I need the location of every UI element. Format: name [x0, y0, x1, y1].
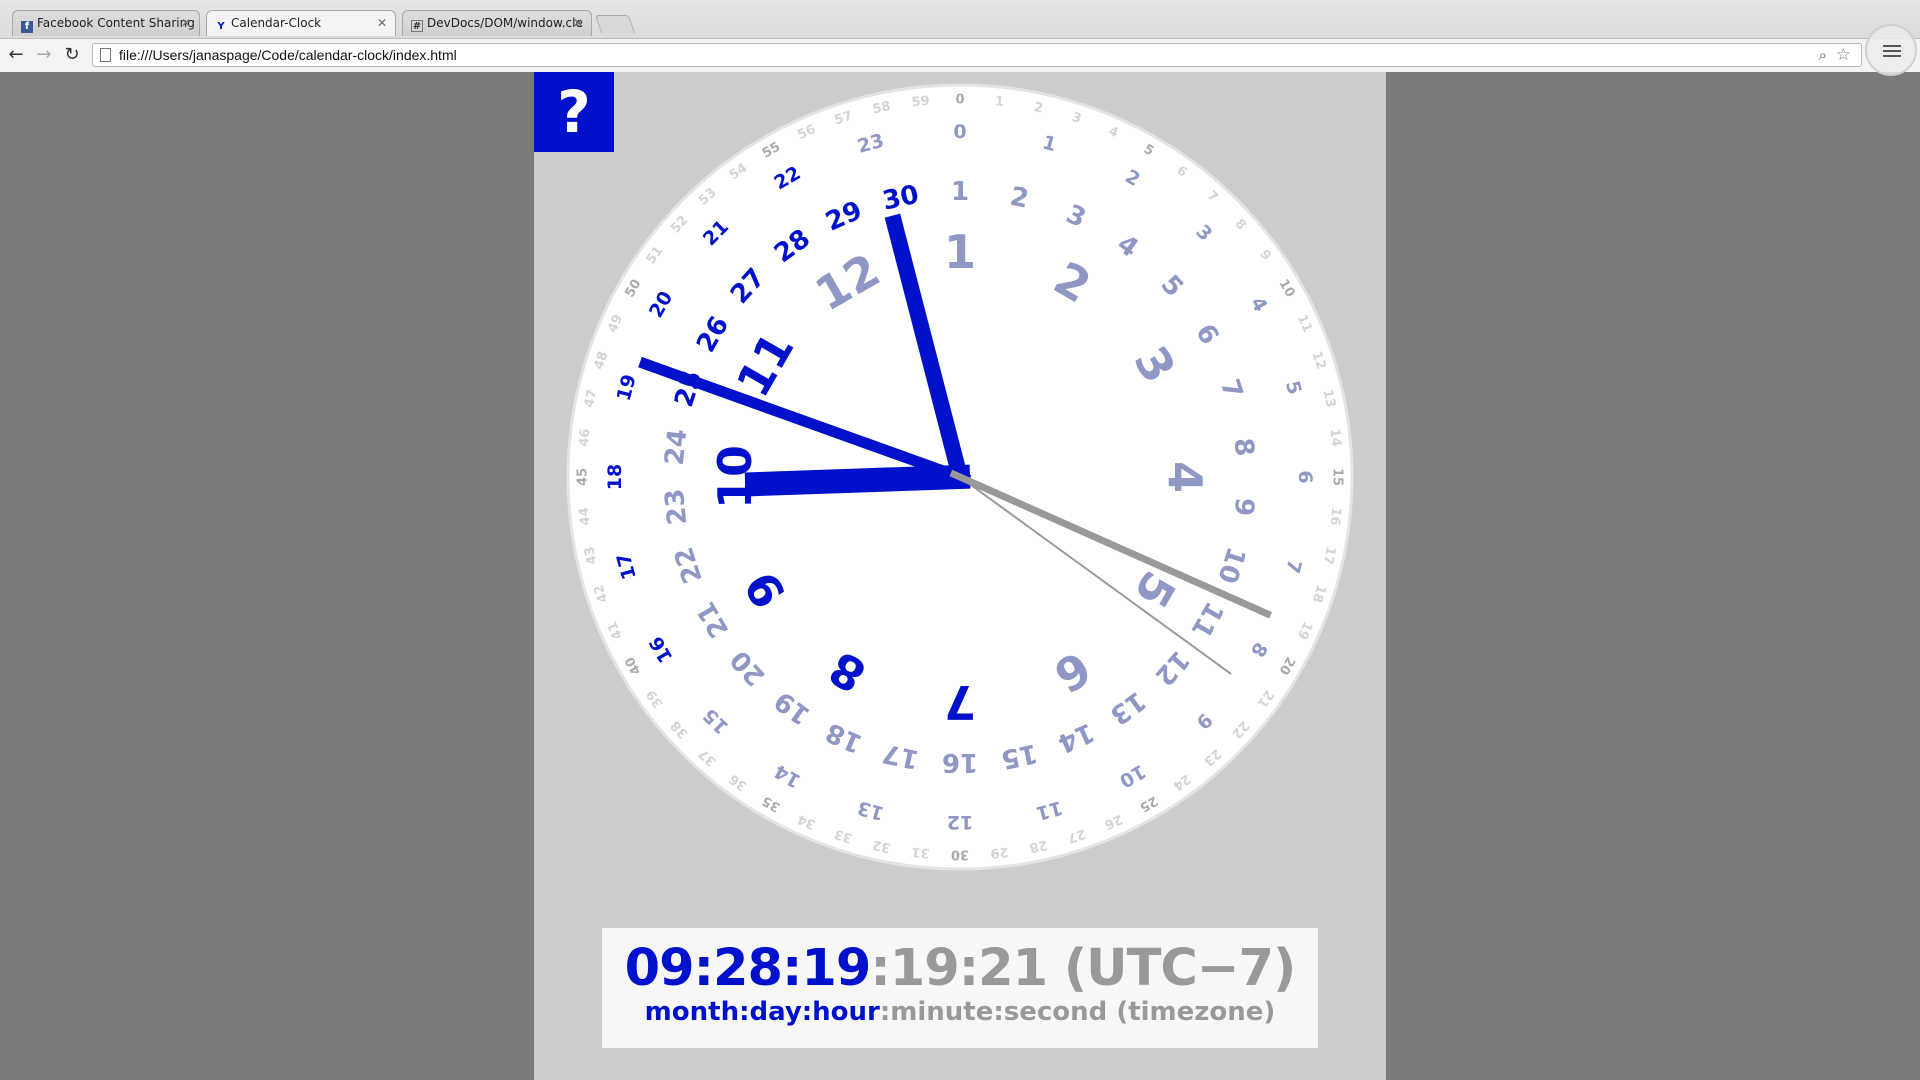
second-tick-label: 31	[911, 844, 931, 861]
second-tick-label: 46	[577, 428, 594, 448]
hash-icon: #	[411, 20, 423, 32]
help-button[interactable]: ?	[534, 72, 614, 152]
second-tick-label: 14	[1327, 428, 1344, 448]
back-arrow-icon[interactable]: ←	[4, 43, 28, 67]
hour-label: 12	[947, 811, 973, 833]
second-tick-label: 15	[1330, 468, 1345, 486]
day-label: 24	[660, 428, 694, 467]
clock-face: 0 1 23456789101112131415161718192021222324…	[566, 83, 1354, 871]
calendar-clock-icon: Y	[217, 21, 225, 32]
close-tab-icon[interactable]: ✕	[181, 16, 191, 30]
second-tick-label: 0	[955, 93, 964, 108]
tab-facebook[interactable]: f Facebook Content Sharing ✕	[12, 10, 200, 36]
day-label: 9	[1228, 496, 1260, 517]
month-label: 1	[944, 225, 976, 279]
hour-label: 0	[953, 121, 966, 143]
chrome-menu-icon[interactable]	[1865, 24, 1917, 76]
time-readout-value: 09:28:19:19:21 (UTC−7)	[602, 942, 1318, 996]
hour-label: 6	[1294, 470, 1316, 483]
second-tick-label: 59	[911, 94, 931, 111]
day-label: 23	[660, 487, 694, 526]
browser-chrome: f Facebook Content Sharing ✕ Y Calendar-Cl…	[0, 0, 1920, 76]
tab-calendar-clock[interactable]: Y Calendar-Clock ✕	[206, 10, 396, 36]
time-primary: 09:28:19	[624, 939, 872, 998]
time-readout: 09:28:19:19:21 (UTC−7) month:day:hour:mi…	[602, 928, 1318, 1048]
close-tab-icon[interactable]: ✕	[573, 16, 583, 30]
url-text[interactable]: file:///Users/janaspage/Code/calendar-cl…	[119, 47, 457, 63]
address-bar[interactable]: file:///Users/janaspage/Code/calendar-cl…	[92, 43, 1862, 67]
bookmark-star-icon[interactable]: ☆	[1836, 45, 1851, 65]
second-tick-label: 29	[990, 844, 1010, 861]
zoom-icon[interactable]: ⌕	[1819, 46, 1827, 64]
second-tick-label: 45	[576, 468, 591, 486]
facebook-icon: f	[21, 21, 33, 33]
second-tick-label: 16	[1327, 507, 1344, 527]
day-label: 1	[951, 177, 969, 207]
tab-title: Facebook Content Sharing	[37, 16, 195, 30]
new-tab-button[interactable]	[594, 15, 636, 33]
tab-title: Calendar-Clock	[231, 16, 322, 30]
second-tick-label: 30	[951, 847, 969, 862]
tab-title: DevDocs/DOM/window.cle	[427, 16, 583, 30]
day-label: 16	[942, 747, 978, 777]
month-label: 7	[944, 675, 976, 729]
second-tick-label: 1	[994, 94, 1005, 110]
tab-devdocs[interactable]: # DevDocs/DOM/window.cle ✕	[402, 10, 592, 36]
day-label: 8	[1228, 437, 1260, 458]
second-tick-label: 44	[577, 507, 594, 527]
browser-toolbar: ← → ↻ file:///Users/janaspage/Code/calen…	[0, 38, 1920, 72]
close-tab-icon[interactable]: ✕	[377, 16, 387, 30]
month-label: 4	[1158, 461, 1212, 493]
reload-icon[interactable]: ↻	[60, 43, 84, 67]
forward-arrow-icon[interactable]: →	[32, 43, 56, 67]
time-readout-legend: month:day:hour:minute:second (timezone)	[602, 997, 1318, 1027]
legend-secondary: :minute:second (timezone)	[879, 997, 1276, 1027]
calendar-clock-app: 0 1 2 3 4 5 6 7 8 9 10 11 12 13 14 15 16 17 18 19 20 21 22 23 24…	[534, 72, 1386, 1080]
month-hand	[744, 464, 971, 497]
legend-primary: month:day:hour	[644, 997, 880, 1027]
hour-label: 18	[604, 464, 626, 490]
time-secondary: :19:21 (UTC−7)	[870, 939, 1296, 998]
page-icon	[100, 48, 111, 62]
